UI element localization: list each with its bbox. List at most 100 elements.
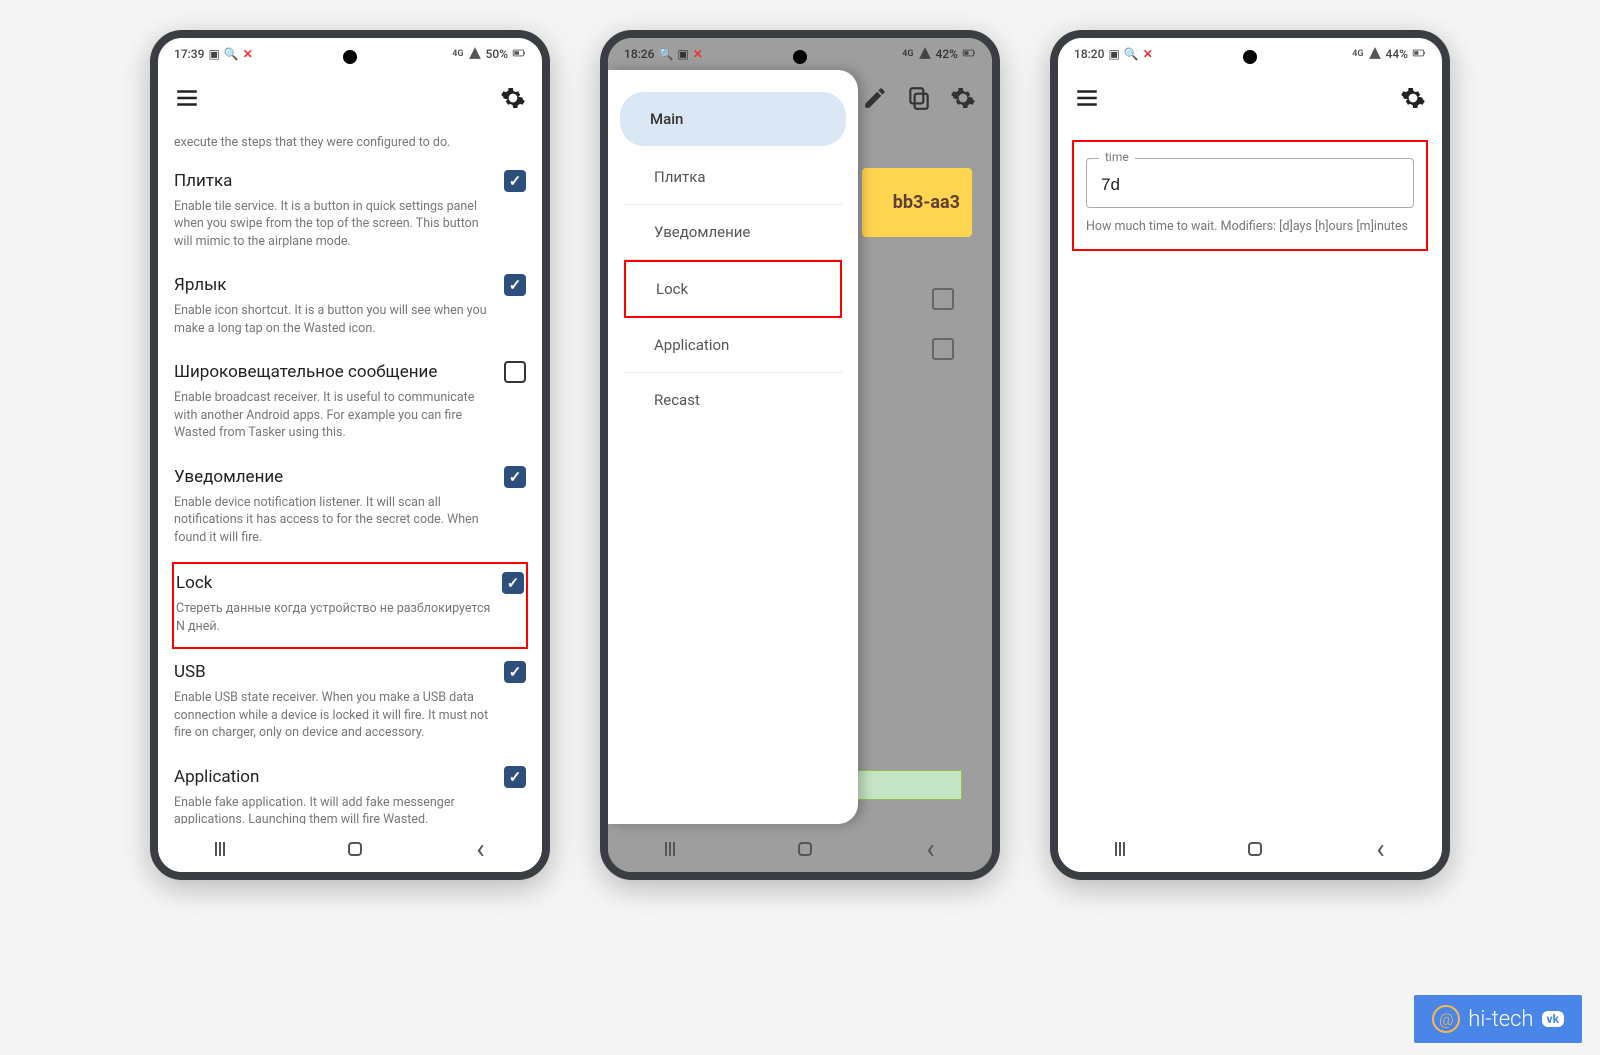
setting-title: Уведомление [174,467,283,487]
checkbox-icon[interactable] [504,170,526,192]
gear-icon[interactable] [500,85,526,111]
battery-icon [1412,46,1426,63]
setting-title: Application [174,767,259,787]
nav-bar [1058,824,1442,872]
helper-text: How much time to wait. Modifiers: [d]ays… [1086,218,1414,237]
network-icon: 4G [1352,49,1363,59]
gallery-icon: ▣ [677,47,688,61]
field-legend: time [1099,150,1135,164]
drawer-item-tile[interactable]: Плитка [624,150,842,205]
search-icon: 🔍 [1124,47,1139,61]
nav-home-icon[interactable] [798,842,812,856]
status-time: 17:39 [174,47,204,61]
setting-desc: Enable fake application. It will add fak… [174,794,526,825]
drawer-item-lock[interactable]: Lock [624,260,842,318]
setting-application[interactable]: Application Enable fake application. It … [172,756,528,825]
bg-checkbox [932,338,954,360]
drawer-item-application[interactable]: Application [624,318,842,373]
app-bar [1058,70,1442,126]
copy-icon[interactable] [906,85,932,111]
gallery-icon: ▣ [208,47,219,61]
settings-list[interactable]: execute the steps that they were configu… [158,126,542,824]
battery-text: 50% [486,47,508,61]
gallery-icon: ▣ [1108,47,1119,61]
signal-icon [468,46,482,63]
battery-icon [512,46,526,63]
gear-icon[interactable] [950,85,976,111]
vk-badge: vk [1542,1011,1565,1027]
watermark: @ hi-tech vk [1414,995,1582,1043]
drawer-item-main[interactable]: Main [620,92,846,146]
network-icon: 4G [902,49,913,59]
menu-icon[interactable] [174,85,200,111]
network-icon: 4G [452,49,463,59]
status-time: 18:20 [1074,47,1104,61]
time-input-value[interactable] [1101,175,1399,195]
drawer-item-recast[interactable]: Recast [624,373,842,427]
setting-desc: Enable device notification listener. It … [174,494,526,547]
at-icon: @ [1432,1005,1460,1033]
setting-title: Плитка [174,171,232,191]
nav-back-icon[interactable] [926,832,934,865]
status-bar: 18:26 🔍 ▣ ✕ 4G 42% [608,38,992,70]
signal-icon [1368,46,1382,63]
time-field-highlight: time How much time to wait. Modifiers: [… [1072,140,1428,251]
lock-settings: time How much time to wait. Modifiers: [… [1058,126,1442,824]
nav-drawer[interactable]: Main Плитка Уведомление Lock Application… [608,70,858,824]
time-input[interactable]: time [1086,158,1414,208]
setting-title: Lock [176,573,212,593]
setting-desc: Enable USB state receiver. When you make… [174,689,526,742]
setting-title: Ярлык [174,275,226,295]
nav-home-icon[interactable] [348,842,362,856]
edit-icon[interactable] [862,85,888,111]
setting-desc: Enable broadcast receiver. It is useful … [174,389,526,442]
setting-title: USB [174,662,206,682]
search-icon: 🔍 [224,47,239,61]
setting-desc: Enable icon shortcut. It is a button you… [174,302,526,337]
checkbox-icon[interactable] [502,572,524,594]
watermark-text: hi-tech [1468,1007,1533,1032]
app-bar [158,70,542,126]
nav-recent-icon[interactable] [665,842,683,856]
setting-desc: Стереть данные когда устройство не разбл… [176,600,524,635]
gear-icon[interactable] [1400,85,1426,111]
checkbox-icon[interactable] [504,766,526,788]
battery-icon [962,46,976,63]
phone-2: 18:26 🔍 ▣ ✕ 4G 42% [600,30,1000,880]
battery-text: 42% [936,47,958,61]
bg-code-card: bb3-aa3 [862,168,972,237]
nav-bar [158,824,542,872]
nav-recent-icon[interactable] [215,842,233,856]
checkbox-icon[interactable] [504,361,526,383]
nav-recent-icon[interactable] [1115,842,1133,856]
close-icon: ✕ [693,47,703,61]
bg-bar [852,770,962,800]
signal-icon [918,46,932,63]
setting-shortcut[interactable]: Ярлык Enable icon shortcut. It is a butt… [172,264,528,351]
status-time: 18:26 [624,47,654,61]
phone-3: 18:20 ▣ 🔍 ✕ 4G 44% time [1050,30,1450,880]
status-bar: 18:20 ▣ 🔍 ✕ 4G 44% [1058,38,1442,70]
battery-text: 44% [1386,47,1408,61]
nav-home-icon[interactable] [1248,842,1262,856]
close-icon: ✕ [1143,47,1153,61]
drawer-item-notification[interactable]: Уведомление [624,205,842,260]
phone-1: 17:39 ▣ 🔍 ✕ 4G 50% execute the steps tha… [150,30,550,880]
checkbox-icon[interactable] [504,661,526,683]
checkbox-icon[interactable] [504,274,526,296]
setting-desc: Enable tile service. It is a button in q… [174,198,526,251]
cutoff-text: execute the steps that they were configu… [172,132,528,160]
setting-notification[interactable]: Уведомление Enable device notification l… [172,456,528,561]
setting-broadcast[interactable]: Широковещательное сообщение Enable broad… [172,351,528,456]
checkbox-icon[interactable] [504,466,526,488]
setting-tile[interactable]: Плитка Enable tile service. It is a butt… [172,160,528,265]
setting-lock[interactable]: Lock Стереть данные когда устройство не … [172,562,528,649]
status-bar: 17:39 ▣ 🔍 ✕ 4G 50% [158,38,542,70]
setting-usb[interactable]: USB Enable USB state receiver. When you … [172,651,528,756]
search-icon: 🔍 [658,47,673,61]
nav-bar [608,824,992,872]
setting-title: Широковещательное сообщение [174,362,437,382]
nav-back-icon[interactable] [476,832,484,865]
menu-icon[interactable] [1074,85,1100,111]
nav-back-icon[interactable] [1376,832,1384,865]
